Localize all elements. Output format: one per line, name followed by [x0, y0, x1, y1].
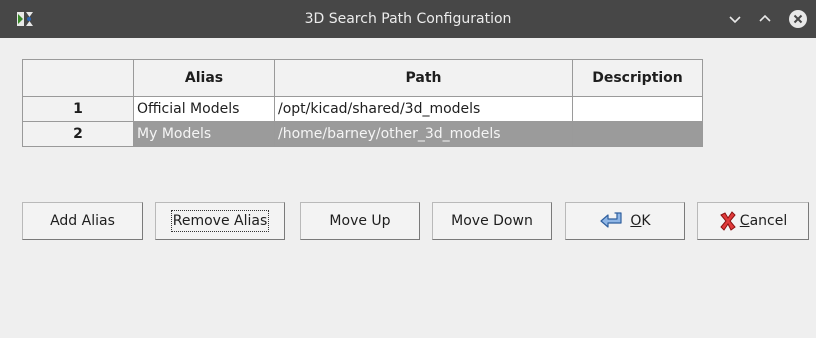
remove-alias-button[interactable]: Remove Alias [155, 202, 285, 240]
column-header-path[interactable]: Path [274, 59, 573, 97]
move-up-label: Move Up [329, 213, 391, 229]
add-alias-label: Add Alias [50, 213, 115, 229]
ok-button[interactable]: OK [565, 202, 685, 240]
chevron-down-icon[interactable] [725, 9, 745, 29]
remove-alias-label: Remove Alias [170, 210, 270, 232]
column-header-alias[interactable]: Alias [133, 59, 275, 97]
description-cell[interactable] [572, 121, 703, 147]
close-circle-icon[interactable] [788, 9, 808, 29]
path-cell[interactable]: /home/barney/other_3d_models [274, 121, 573, 147]
description-cell[interactable] [572, 96, 703, 122]
move-down-button[interactable]: Move Down [432, 202, 552, 240]
dialog-window: 3D Search Path Configuration Alias Path … [0, 0, 816, 338]
column-header-description[interactable]: Description [572, 59, 703, 97]
ok-label: OK [630, 213, 651, 229]
search-path-grid[interactable]: Alias Path Description 1 Official Models… [22, 59, 703, 147]
move-down-label: Move Down [451, 213, 533, 229]
row-label[interactable]: 1 [22, 96, 134, 122]
path-cell[interactable]: /opt/kicad/shared/3d_models [274, 96, 573, 122]
table-row[interactable]: 1 Official Models /opt/kicad/shared/3d_m… [22, 96, 703, 122]
cancel-label: Cancel [739, 213, 788, 229]
alias-cell[interactable]: My Models [133, 121, 275, 147]
table-row-selected[interactable]: 2 My Models /home/barney/other_3d_models [22, 121, 703, 147]
red-x-icon [719, 211, 736, 231]
title-bar[interactable]: 3D Search Path Configuration [0, 0, 816, 38]
row-label[interactable]: 2 [22, 121, 134, 147]
chevron-up-icon[interactable] [755, 9, 775, 29]
alias-cell[interactable]: Official Models [133, 96, 275, 122]
grid-corner[interactable] [22, 59, 134, 97]
grid-header-row: Alias Path Description [22, 59, 703, 97]
move-up-button[interactable]: Move Up [300, 202, 420, 240]
cancel-button[interactable]: Cancel [697, 202, 809, 240]
enter-arrow-icon [600, 212, 622, 228]
add-alias-button[interactable]: Add Alias [22, 202, 143, 240]
window-title: 3D Search Path Configuration [304, 11, 512, 27]
